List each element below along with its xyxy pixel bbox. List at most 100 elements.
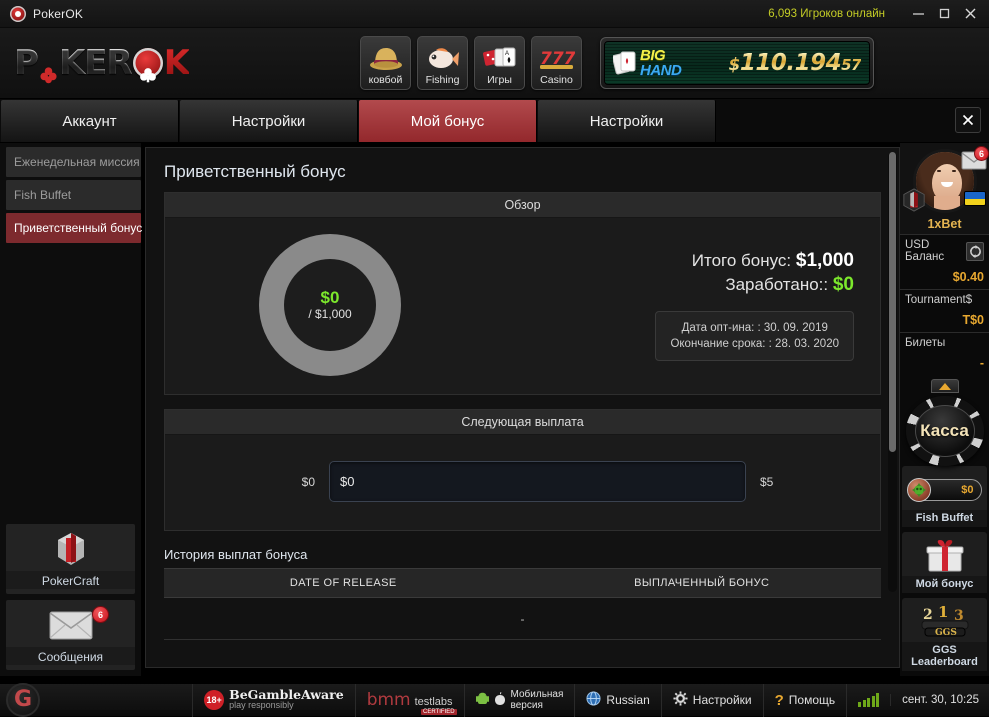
certified-badge: CERTIFIED (420, 709, 457, 715)
fish-buffet-button[interactable]: $0 Fish Buffet (902, 466, 987, 528)
help-label: Помощь (788, 693, 836, 707)
dice-cards-icon: A (482, 42, 517, 74)
earned-value: $0 (832, 273, 854, 295)
settings-label: Настройки (692, 693, 752, 707)
cashier-label: Касса (920, 421, 969, 441)
envelope-icon (47, 605, 95, 645)
history-title: История выплат бонуса (164, 547, 308, 562)
minimize-button[interactable] (905, 3, 931, 25)
messages-label: Сообщения (6, 647, 135, 665)
next-payout-panel: Следующая выплата $0 $0 $5 (164, 409, 881, 531)
cashier-button[interactable]: Касса (905, 396, 984, 467)
window-title: PokerOK (33, 6, 84, 21)
begambleaware-block[interactable]: 18+ BeGambleAware play responsibly (192, 683, 355, 717)
brand-letter-p: P (14, 43, 39, 83)
language-selector[interactable]: Russian (574, 683, 660, 717)
payout-max-label: $5 (760, 474, 774, 489)
big-hand-jackpot-banner[interactable]: BIG HAND $110.19457 (600, 37, 874, 89)
main-scrollbar[interactable] (888, 152, 897, 592)
column-header-date: DATE OF RELEASE (289, 577, 397, 589)
tile-casino[interactable]: 777 Casino (531, 36, 582, 90)
table-row: - (164, 598, 881, 640)
next-payout-header: Следующая выплата (165, 410, 880, 435)
ggs-leaderboard-button[interactable]: 2 1 3 GGS GGS Leaderboard (902, 598, 987, 672)
messages-button[interactable]: 6 Сообщения (6, 600, 135, 670)
collapse-panel-button[interactable] (930, 379, 959, 394)
tab-settings-1[interactable]: Настройки (180, 100, 358, 142)
tickets-row: Билеты - (900, 332, 989, 375)
tickets-label: Билеты (905, 337, 946, 350)
svg-text:GGS: GGS (935, 628, 957, 638)
payout-progress-bar: $0 (329, 461, 746, 502)
tile-cowboy[interactable]: ковбой (360, 36, 411, 90)
mobile-line1: Мобильная (510, 689, 564, 700)
expiry-date: Окончание срока: : 28. 03. 2020 (670, 337, 839, 350)
pokercraft-label: PokerCraft (6, 571, 135, 589)
maximize-button[interactable] (931, 3, 957, 25)
table-header-row: DATE OF RELEASE ВЫПЛАЧЕННЫЙ БОНУС (164, 568, 881, 598)
country-flag-icon (964, 191, 986, 206)
tile-fishing[interactable]: Fishing (417, 36, 468, 90)
signal-bars-icon (858, 693, 880, 707)
refresh-balance-icon[interactable] (966, 241, 984, 261)
close-button[interactable] (957, 3, 983, 25)
tournament-balance-label: Tournament$ (905, 294, 973, 307)
pokercraft-cube-icon (51, 529, 91, 569)
android-icon (475, 691, 489, 709)
brand-letters-ker: KER (58, 43, 133, 83)
tickets-value: - (979, 356, 984, 371)
bonus-history-table: DATE OF RELEASE ВЫПЛАЧЕННЫЙ БОНУС - (164, 568, 881, 640)
mobile-version-block[interactable]: Мобильная версия (463, 683, 575, 717)
scrollbar-thumb[interactable] (889, 152, 896, 452)
sidebar-item-weekly-mission[interactable]: Еженедельная миссия (6, 147, 141, 177)
my-bonus-button[interactable]: Мой бонус (902, 532, 987, 594)
overview-panel: Обзор $0 / $1,000 Итого бонус: $1,000 За… (164, 192, 881, 395)
total-bonus-value: $1,000 (795, 249, 854, 271)
clover-star-icon (39, 54, 58, 83)
age-rating-badge: 18+ (204, 690, 225, 710)
optin-date: Дата опт-ина: : 30. 09. 2019 (681, 321, 828, 334)
tab-my-bonus[interactable]: Мой бонус (359, 100, 537, 142)
tab-settings-2[interactable]: Настройки (538, 100, 716, 142)
window-titlebar: PokerOK 6,093 Игроков онлайн (0, 0, 989, 28)
pokercraft-badge-icon[interactable] (902, 187, 926, 213)
my-bonus-label: Мой бонус (902, 576, 987, 594)
jackpot-cards-icon (611, 48, 639, 78)
close-panel-button[interactable] (955, 107, 981, 133)
tile-label: Игры (487, 74, 512, 86)
fish-buffet-amount: $0 (961, 484, 974, 497)
tile-games[interactable]: A Игры (474, 36, 525, 90)
connection-strength (846, 683, 890, 717)
testlabs-label: testlabs (414, 696, 453, 708)
earned-row: Заработано:: $0 (495, 274, 854, 296)
payout-current-value: $0 (340, 474, 355, 489)
main-tabbar: Аккаунт Настройки Мой бонус Настройки (0, 99, 989, 143)
jackpot-hand-label: HAND (640, 62, 682, 79)
tab-account[interactable]: Аккаунт (1, 100, 179, 142)
mail-badge: 6 (974, 146, 989, 161)
total-bonus-row: Итого бонус: $1,000 (495, 250, 854, 272)
usd-balance-row: USD Баланс $0.40 (900, 234, 989, 289)
username-label: 1xBet (927, 217, 962, 231)
bmm-testlabs-block[interactable]: bmm testlabs CERTIFIED (354, 683, 464, 717)
bmm-label: bmm (366, 690, 411, 710)
brand-logo: P KER K (0, 28, 360, 98)
usd-balance-label: USD Баланс (905, 239, 945, 264)
gift-box-icon (923, 536, 967, 576)
sidebar-item-welcome-bonus[interactable]: Приветственный бонус (6, 213, 142, 243)
sidebar-item-fish-buffet[interactable]: Fish Buffet (6, 180, 141, 210)
left-sidebar: Еженедельная миссия Fish Buffet Приветст… (0, 143, 142, 676)
tile-label: ковбой (368, 74, 403, 86)
cowboy-hat-icon (369, 42, 403, 74)
settings-button[interactable]: Настройки (660, 683, 763, 717)
fish-buffet-label: Fish Buffet (902, 510, 987, 528)
podium-icon: 2 1 3 GGS (919, 602, 971, 642)
user-profile-box[interactable]: 6 1xBet (900, 143, 989, 235)
status-bar: G 18+ BeGambleAware play responsibly bmm… (0, 683, 989, 717)
app-logo-icon (10, 5, 26, 22)
pokercraft-button[interactable]: PokerCraft (6, 524, 135, 594)
fish-ball-icon (906, 478, 931, 503)
main-content-panel: Приветственный бонус Обзор $0 / $1,000 И… (145, 147, 900, 668)
help-button[interactable]: ? Помощь (762, 683, 847, 717)
tournament-balance-value: T$0 (962, 313, 984, 328)
